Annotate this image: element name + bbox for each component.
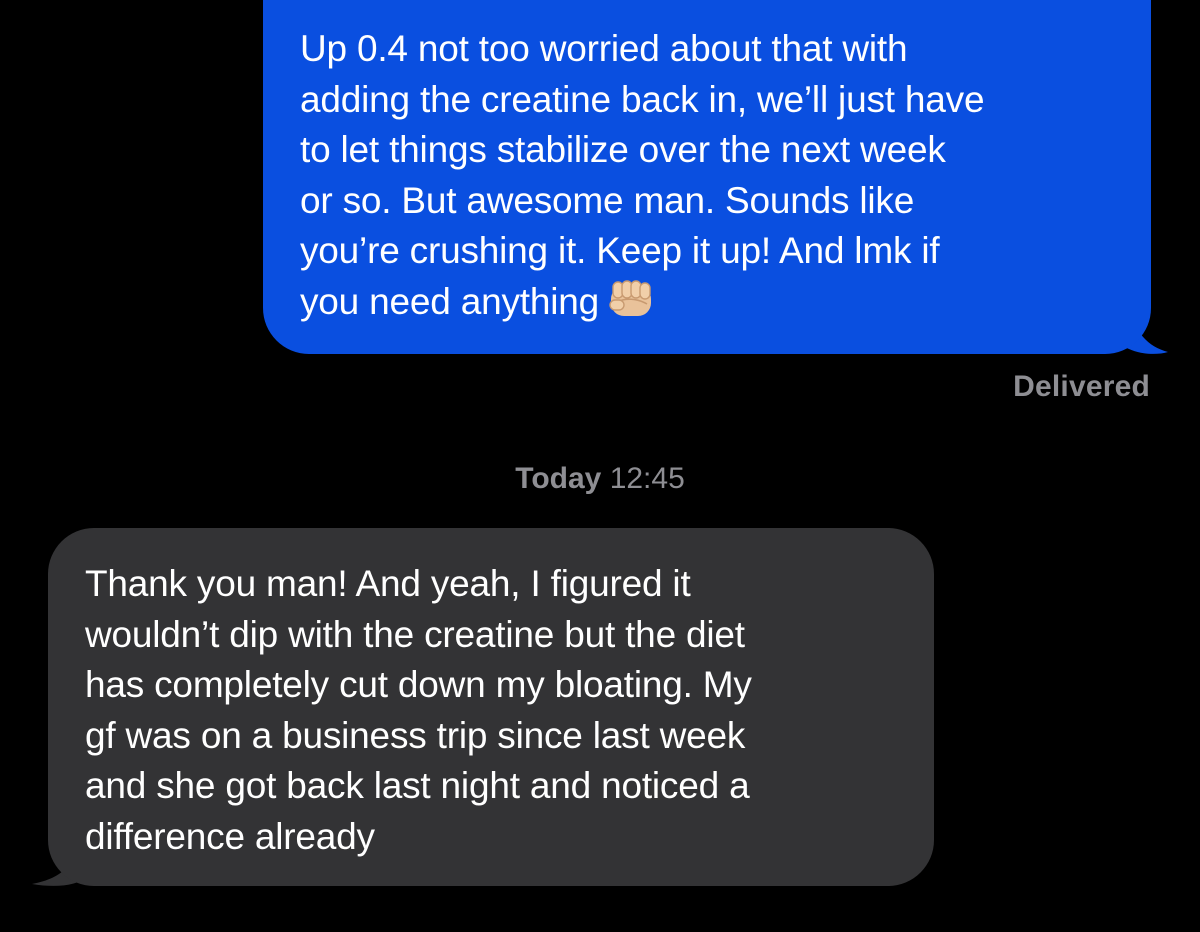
- timestamp-day: Today: [515, 462, 602, 495]
- outgoing-message-text: Up 0.4 not too worried about that with a…: [300, 28, 985, 322]
- message-thread: Up 0.4 not too worried about that with a…: [0, 0, 1200, 932]
- incoming-message-bubble[interactable]: Thank you man! And yeah, I figured it wo…: [48, 528, 934, 886]
- timestamp-time: 12:45: [609, 462, 685, 495]
- delivered-status: Delivered: [1013, 370, 1150, 403]
- conversation-timestamp: Today 12:45: [0, 462, 1200, 496]
- incoming-message-text: Thank you man! And yeah, I figured it wo…: [85, 563, 752, 857]
- outgoing-message-bubble[interactable]: Up 0.4 not too worried about that with a…: [263, 0, 1151, 354]
- fist-bump-icon: [607, 278, 657, 320]
